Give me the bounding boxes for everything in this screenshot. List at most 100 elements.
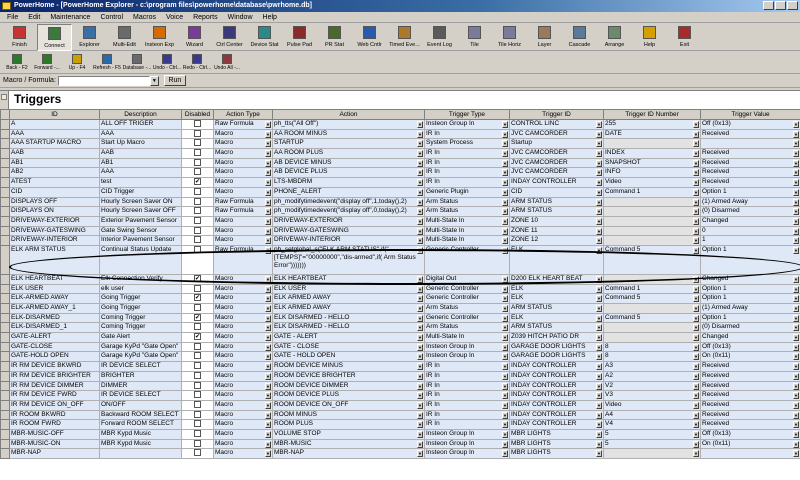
cell-dropdown-icon[interactable]: ▼ [596,140,602,148]
cell-dropdown-icon[interactable]: ▼ [793,353,799,361]
cell-id[interactable]: ELK-DISARMED_1 [9,322,100,334]
cell-dropdown-icon[interactable]: ▼ [502,430,508,438]
cell-trigger-type[interactable]: Arm Status ▼ [424,322,510,334]
column-header-id[interactable]: ID [9,109,100,120]
cell-action[interactable]: ROOM DEVICE PLUS ▼ [272,390,425,401]
cell-dropdown-icon[interactable]: ▼ [265,159,271,167]
cell-trigger-type[interactable]: IR In ▼ [424,419,510,430]
cell-description[interactable]: Garage KyPd "Gate Open" [99,351,182,363]
cell-disabled[interactable] [181,206,214,217]
disabled-checkbox[interactable] [194,120,201,127]
cell-action-type[interactable]: Macro ▼ [213,419,273,430]
disabled-checkbox[interactable] [194,207,201,215]
cell-dropdown-icon[interactable]: ▼ [265,208,271,216]
cell-disabled[interactable] [181,235,214,246]
column-header-trigger-id-number[interactable]: Trigger ID Number [603,109,701,120]
cell-action[interactable]: AB DEVICE PLUS ▼ [272,167,425,179]
cell-dropdown-icon[interactable]: ▼ [596,392,602,400]
cell-trigger-id[interactable]: Z039 HITCH PATIO DR ▼ [509,332,604,343]
cell-trigger-type[interactable]: Insteon Group In ▼ [424,438,510,450]
row-header[interactable] [0,351,10,363]
cell-dropdown-icon[interactable]: ▼ [265,430,271,438]
cell-trigger-id-number[interactable]: 5 ▼ [603,438,701,450]
cell-dropdown-icon[interactable]: ▼ [793,411,799,419]
cell-description[interactable]: test [99,177,182,188]
cell-id[interactable]: AAA [9,128,100,140]
cell-dropdown-icon[interactable]: ▼ [693,343,699,351]
cell-trigger-id[interactable]: JVC CAMCORDER ▼ [509,167,604,179]
cell-trigger-type[interactable]: IR In ▼ [424,148,510,159]
cell-trigger-id[interactable]: INDAY CONTROLLER ▼ [509,361,604,372]
cell-dropdown-icon[interactable]: ▼ [693,450,699,458]
cell-id[interactable]: MBR-MUSIC-ON [9,438,100,450]
disabled-checkbox[interactable] [194,188,201,195]
cell-action-type[interactable]: Raw Formula ▼ [213,206,273,217]
cell-dropdown-icon[interactable]: ▼ [417,363,423,371]
cell-dropdown-icon[interactable]: ▼ [502,401,508,409]
row-header[interactable] [0,283,10,295]
cell-trigger-value[interactable]: Received ▼ [700,409,800,421]
cell-dropdown-icon[interactable]: ▼ [417,188,423,196]
cell-description[interactable]: BRIGHTER [99,370,182,382]
cell-dropdown-icon[interactable]: ▼ [793,198,799,206]
cell-action[interactable]: DRIVEWAY-INTERIOR ▼ [272,235,425,246]
cell-trigger-id[interactable]: INDAY CONTROLLER ▼ [509,390,604,401]
cell-dropdown-icon[interactable]: ▼ [265,285,271,293]
cell-trigger-type[interactable]: IR In ▼ [424,399,510,411]
cell-dropdown-icon[interactable]: ▼ [596,285,602,293]
cell-trigger-id[interactable]: ZONE 10 ▼ [509,215,604,227]
cell-disabled[interactable] [181,128,214,140]
cell-trigger-type[interactable]: Insteon Group In ▼ [424,119,510,130]
cell-dropdown-icon[interactable]: ▼ [693,401,699,409]
cell-trigger-type[interactable]: System Process ▼ [424,138,510,150]
cell-trigger-type[interactable]: Multi-State In ▼ [424,215,510,227]
cell-dropdown-icon[interactable]: ▼ [793,169,799,177]
cell-trigger-id-number[interactable]: A2 ▼ [603,370,701,382]
cell-trigger-id[interactable]: ELK ▼ [509,293,604,304]
cell-dropdown-icon[interactable]: ▼ [693,392,699,400]
cell-trigger-value[interactable]: Option 1 ▼ [700,244,800,275]
cell-action[interactable]: ROOM PLUS ▼ [272,419,425,430]
cell-dropdown-icon[interactable]: ▼ [596,421,602,429]
cell-dropdown-icon[interactable]: ▼ [417,401,423,409]
cell-dropdown-icon[interactable]: ▼ [596,334,602,342]
cell-dropdown-icon[interactable]: ▼ [265,227,271,235]
cell-dropdown-icon[interactable]: ▼ [793,450,799,458]
cell-id[interactable]: GATE-ALERT [9,332,100,343]
table-row[interactable]: IR RM DEVICE FWRD IR DEVICE SELECT Macro ▼ R… [0,390,800,401]
cell-dropdown-icon[interactable]: ▼ [596,305,602,312]
cell-dropdown-icon[interactable]: ▼ [417,169,423,177]
cell-trigger-id[interactable]: ARM STATUS ▼ [509,322,604,334]
refresh-button[interactable]: Refresh - F5 [92,52,122,74]
cell-dropdown-icon[interactable]: ▼ [596,382,602,390]
disabled-checkbox[interactable]: ✔ [194,294,201,302]
cell-trigger-type[interactable]: Generic Controller ▼ [424,283,510,295]
cell-trigger-id[interactable]: CID ▼ [509,186,604,198]
cell-dropdown-icon[interactable]: ▼ [693,430,699,438]
cell-id[interactable]: IR RM DEVICE DIMMER [9,380,100,392]
cell-disabled[interactable] [181,119,214,130]
cell-action-type[interactable]: Macro ▼ [213,148,273,159]
cell-action[interactable]: LTS-MBDRM ▼ [272,177,425,188]
cell-dropdown-icon[interactable]: ▼ [417,130,423,138]
cell-action[interactable]: AB DEVICE MINUS ▼ [272,157,425,169]
cell-trigger-value[interactable]: Option 1 ▼ [700,186,800,198]
cell-description[interactable]: Exterior Pavement Sensor [99,215,182,227]
cell-id[interactable]: IR RM DEVICE ON_OFF [9,399,100,411]
cell-trigger-id[interactable]: CONTROL LINC ▼ [509,119,604,130]
cell-id[interactable]: IR ROOM BKWRD [9,409,100,421]
column-header-action-type[interactable]: Action Type [213,109,273,120]
cell-dropdown-icon[interactable]: ▼ [793,150,799,158]
table-row[interactable]: IR ROOM FWRD Forward ROOM SELECT Macro ▼ ROO… [0,419,800,430]
disabled-checkbox[interactable] [194,227,201,234]
exit-button[interactable]: Exit [667,24,702,51]
cell-trigger-id-number[interactable]: ▼ [603,235,701,246]
cell-id[interactable]: CID [9,186,100,198]
cell-action-type[interactable]: Macro ▼ [213,167,273,179]
cell-description[interactable]: elk user [99,283,182,295]
cell-disabled[interactable] [181,341,214,353]
cell-trigger-id[interactable]: INDAY CONTROLLER ▼ [509,399,604,411]
cell-disabled[interactable] [181,409,214,421]
cell-id[interactable]: ELK-DISARMED [9,312,100,324]
cell-dropdown-icon[interactable]: ▼ [417,179,423,187]
